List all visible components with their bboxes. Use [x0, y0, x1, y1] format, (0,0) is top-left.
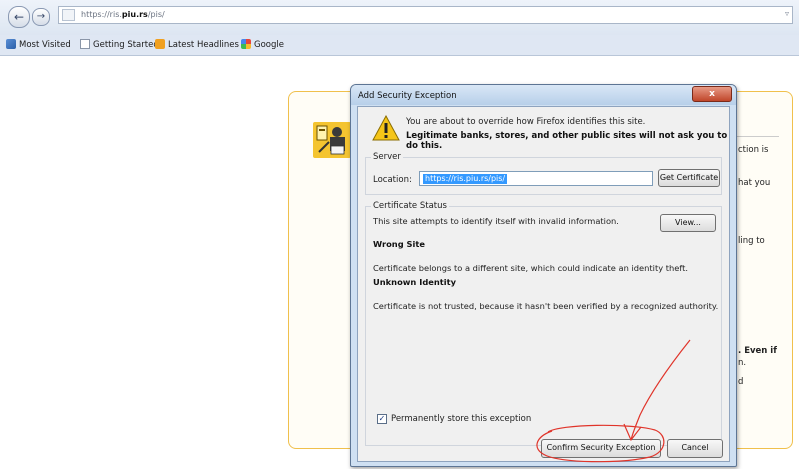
unknown-identity-heading: Unknown Identity — [373, 277, 456, 287]
confirm-label: Confirm Security Exception — [546, 443, 656, 452]
url-bar[interactable]: https://ris.piu.rs/pis/ ▿ — [58, 6, 793, 24]
view-label: View... — [675, 218, 701, 227]
url-history-dropdown-icon[interactable]: ▿ — [785, 9, 789, 18]
bookmarks-toolbar: Most Visited Getting Started Latest Head… — [0, 35, 799, 56]
certificate-status-group: Certificate Status This site attempts to… — [365, 201, 722, 446]
server-group: Server Location: https://ris.piu.rs/pis/… — [365, 152, 722, 195]
google-icon — [241, 39, 251, 49]
intro-text: You are about to override how Firefox id… — [406, 117, 646, 127]
page-text-fragment: ction is — [738, 145, 769, 155]
forward-arrow-icon: → — [36, 11, 46, 22]
wrong-site-heading: Wrong Site — [373, 239, 425, 249]
cancel-button[interactable]: Cancel — [667, 439, 723, 458]
add-security-exception-dialog: Add Security Exception x You are about t… — [350, 84, 737, 467]
confirm-security-exception-button[interactable]: Confirm Security Exception — [541, 439, 661, 458]
back-arrow-icon: ← — [13, 10, 25, 24]
location-label: Location: — [373, 175, 412, 185]
get-certificate-label: Get Certificate — [659, 173, 719, 182]
security-officer-icon — [313, 122, 351, 158]
bookmark-latest-headlines[interactable]: Latest Headlines — [155, 39, 239, 52]
cancel-label: Cancel — [681, 443, 709, 452]
site-identity-icon[interactable] — [62, 9, 75, 21]
page-text-fragment: ling to — [738, 236, 765, 246]
url-text: https://ris.piu.rs/pis/ — [81, 10, 165, 19]
dialog-body: You are about to override how Firefox id… — [357, 106, 730, 462]
wrong-site-text: Certificate belongs to a different site,… — [373, 263, 689, 273]
navigation-toolbar: ← → https://ris.piu.rs/pis/ ▿ — [0, 0, 799, 35]
page-divider — [735, 136, 779, 137]
warning-icon — [372, 115, 400, 141]
close-button[interactable]: x — [692, 86, 732, 102]
page-icon — [80, 39, 90, 49]
location-value: https://ris.piu.rs/pis/ — [423, 174, 508, 184]
forward-button[interactable]: → — [32, 8, 50, 26]
unknown-identity-text: Certificate is not trusted, because it h… — [373, 301, 719, 311]
view-button[interactable]: View... — [660, 214, 716, 232]
page-text-fragment: n. — [738, 358, 747, 368]
get-certificate-button[interactable]: Get Certificate — [658, 169, 720, 187]
bookmark-most-visited[interactable]: Most Visited — [6, 39, 71, 52]
certificate-status-legend: Certificate Status — [371, 201, 449, 211]
permanent-store-checkbox[interactable]: ✓ — [377, 414, 387, 424]
dialog-titlebar[interactable]: Add Security Exception x — [351, 85, 736, 105]
rss-feed-icon — [155, 39, 165, 49]
location-input[interactable]: https://ris.piu.rs/pis/ — [419, 171, 653, 186]
dialog-title: Add Security Exception — [358, 91, 457, 101]
page-text-fragment: hat you — [738, 178, 771, 188]
page-text-fragment: d — [738, 377, 744, 387]
permanent-store-label: Permanently store this exception — [391, 414, 532, 424]
close-icon: x — [709, 89, 715, 99]
server-legend: Server — [371, 152, 403, 162]
most-visited-icon — [6, 39, 16, 49]
intro-warning-text: Legitimate banks, stores, and other publ… — [406, 131, 728, 151]
bookmark-getting-started[interactable]: Getting Started — [80, 39, 159, 52]
status-summary: This site attempts to identify itself wi… — [373, 216, 619, 226]
bookmark-google[interactable]: Google — [241, 39, 284, 52]
back-button[interactable]: ← — [8, 6, 30, 28]
page-text-fragment: . Even if — [738, 346, 777, 356]
